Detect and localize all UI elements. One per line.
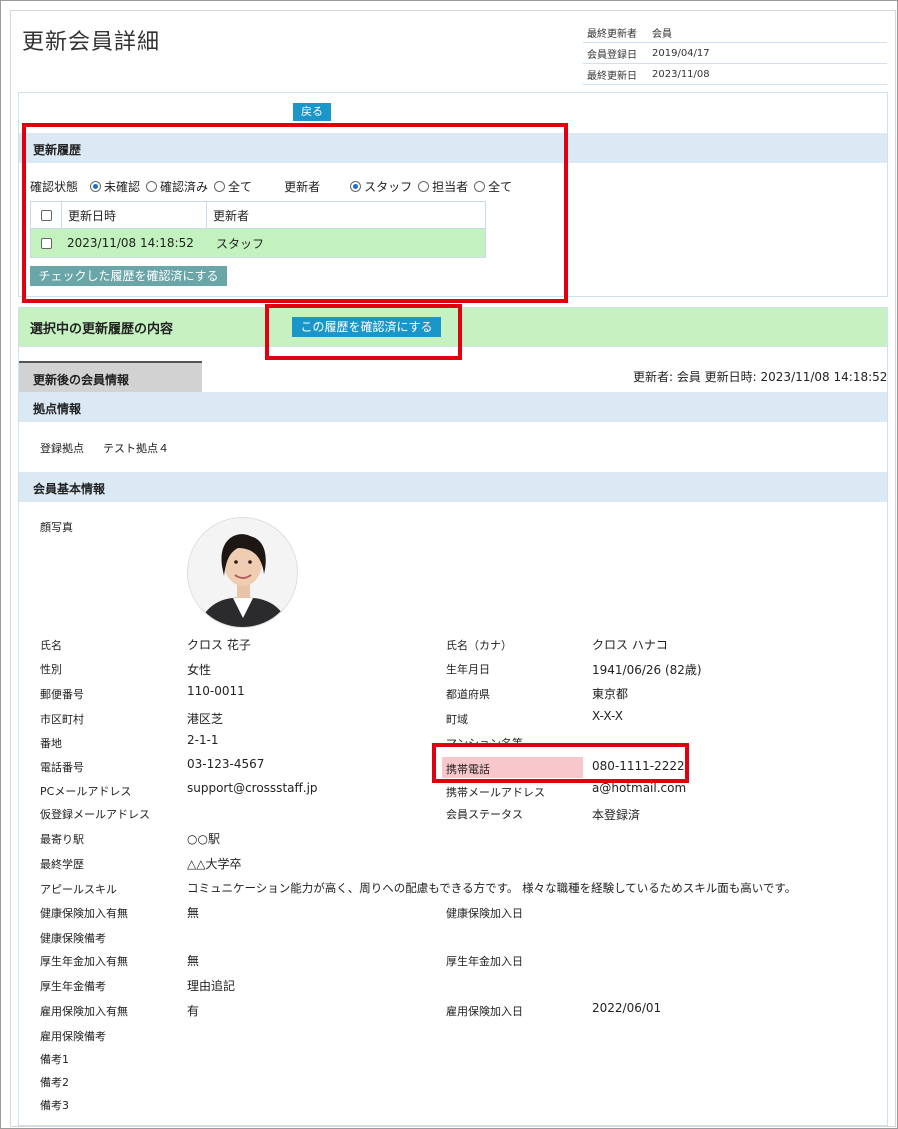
- field-value: 無: [187, 906, 200, 920]
- field-label: 備考1: [40, 1053, 69, 1066]
- field-value: 女性: [187, 663, 212, 677]
- field-value: support@crossstaff.jp: [187, 781, 318, 795]
- field-label: 雇用保険備考: [40, 1030, 106, 1043]
- field-label: 携帯メールアドレス: [446, 786, 545, 799]
- tab-after-update[interactable]: 更新後の会員情報: [19, 361, 202, 392]
- updated-info: 更新者: 会員 更新日時: 2023/11/08 14:18:52: [633, 370, 888, 384]
- field-value: 2-1-1: [187, 733, 219, 747]
- field-label: 雇用保険加入有無: [40, 1005, 128, 1018]
- field-value: 本登録済: [592, 808, 641, 822]
- base-section-header: 拠点情報: [19, 392, 887, 422]
- field-value: 有: [187, 1004, 200, 1018]
- field-label: 最寄り駅: [40, 833, 84, 846]
- field-value: 無: [187, 954, 200, 968]
- field-label: 番地: [40, 737, 62, 750]
- meta-value: 会員: [652, 28, 672, 40]
- field-label: アピールスキル: [40, 883, 117, 896]
- registered-base-value: テスト拠点４: [103, 442, 169, 455]
- annotation-box-mobile: [432, 743, 689, 783]
- meta-label: 最終更新者: [587, 28, 637, 40]
- back-button[interactable]: 戻る: [293, 103, 331, 121]
- field-label: 備考2: [40, 1076, 69, 1089]
- field-label: 厚生年金備考: [40, 980, 106, 993]
- field-label: 厚生年金加入有無: [40, 955, 128, 968]
- field-value: X-X-X: [592, 709, 623, 723]
- field-label: PCメールアドレス: [40, 785, 132, 798]
- field-value: クロス ハナコ: [592, 638, 668, 652]
- page-title: 更新会員詳細: [22, 30, 161, 55]
- meta-label: 最終更新日: [587, 70, 637, 82]
- field-label: 生年月日: [446, 663, 490, 676]
- avatar: [187, 517, 298, 628]
- field-value: 03-123-4567: [187, 757, 265, 771]
- meta-value: 2023/11/08: [652, 68, 710, 80]
- field-label: 性別: [40, 663, 62, 676]
- registered-base-label: 登録拠点: [40, 442, 84, 455]
- meta-row-last-updater: 最終更新者 会員: [583, 22, 887, 43]
- field-value: コミュニケーション能力が高く、周りへの配慮もできる方です。 様々な職種を経験して…: [187, 881, 797, 895]
- field-label: 健康保険加入日: [446, 907, 523, 920]
- field-value: 理由追記: [187, 979, 236, 993]
- field-label: 健康保険備考: [40, 932, 106, 945]
- field-label: 市区町村: [40, 713, 84, 726]
- annotation-box-history: [22, 123, 568, 303]
- field-label: 電話番号: [40, 761, 84, 774]
- field-value: 110-0011: [187, 684, 245, 698]
- field-label: 仮登録メールアドレス: [40, 808, 150, 821]
- field-label: 町域: [446, 713, 468, 726]
- field-label: 最終学歴: [40, 858, 84, 871]
- meta-value: 2019/04/17: [652, 47, 710, 59]
- member-section-header: 会員基本情報: [19, 472, 887, 502]
- meta-row-last-updated: 最終更新日 2023/11/08: [583, 64, 887, 85]
- meta-info: 最終更新者 会員 会員登録日 2019/04/17 最終更新日 2023/11/…: [583, 22, 887, 85]
- field-value: 1941/06/26 (82歳): [592, 663, 702, 677]
- portrait-image: [188, 518, 297, 627]
- field-value: 2022/06/01: [592, 1001, 662, 1015]
- photo-label: 顔写真: [40, 521, 73, 534]
- field-label: 氏名: [40, 639, 62, 652]
- field-label: 郵便番号: [40, 688, 84, 701]
- field-label: 厚生年金加入日: [446, 955, 523, 968]
- field-value: a@hotmail.com: [592, 781, 687, 795]
- field-label: 雇用保険加入日: [446, 1005, 523, 1018]
- field-label: 備考3: [40, 1099, 69, 1112]
- annotation-box-confirm: [265, 304, 462, 360]
- selected-history-title: 選択中の更新履歴の内容: [30, 322, 174, 337]
- field-value: ○○駅: [187, 832, 220, 846]
- field-label: 氏名（カナ）: [446, 639, 512, 652]
- meta-label: 会員登録日: [587, 49, 637, 61]
- field-label: 健康保険加入有無: [40, 907, 128, 920]
- field-value: △△大学卒: [187, 857, 242, 871]
- field-value: クロス 花子: [187, 638, 251, 652]
- field-value: 東京都: [592, 687, 629, 701]
- field-label: 都道府県: [446, 688, 490, 701]
- meta-row-registered: 会員登録日 2019/04/17: [583, 43, 887, 64]
- field-value: 港区芝: [187, 712, 224, 726]
- field-label: 会員ステータス: [446, 808, 523, 821]
